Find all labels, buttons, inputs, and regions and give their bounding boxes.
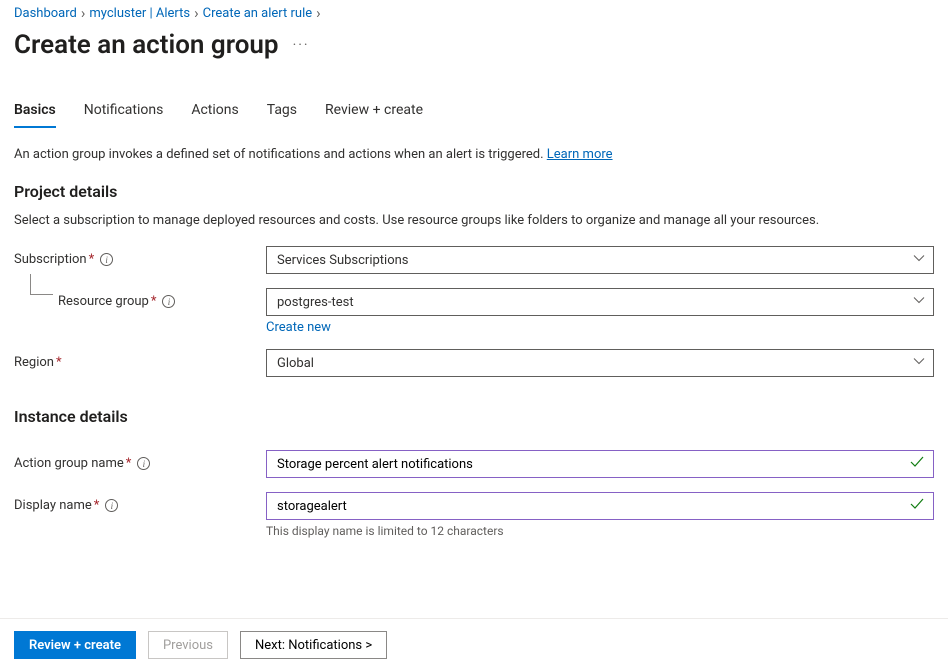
subscription-label: Subscription* i [14, 246, 266, 267]
page-title: Create an action group [14, 30, 279, 60]
tabs: Basics Notifications Actions Tags Review… [14, 102, 934, 129]
resource-group-label: Resource group* i [14, 288, 266, 309]
tab-review-create[interactable]: Review + create [325, 102, 423, 128]
tab-notifications[interactable]: Notifications [84, 102, 164, 128]
project-details-description: Select a subscription to manage deployed… [14, 213, 934, 228]
display-name-helper: This display name is limited to 12 chara… [266, 524, 934, 538]
breadcrumb-cluster-alerts[interactable]: mycluster | Alerts [89, 6, 190, 21]
info-icon[interactable]: i [162, 295, 175, 308]
chevron-down-icon [913, 294, 925, 310]
chevron-down-icon [913, 252, 925, 268]
region-label: Region* [14, 349, 266, 370]
info-icon[interactable]: i [105, 499, 118, 512]
create-new-resource-group-link[interactable]: Create new [266, 320, 331, 335]
chevron-right-icon [81, 4, 86, 22]
footer: Review + create Previous Next: Notificat… [0, 618, 948, 671]
breadcrumb: Dashboard mycluster | Alerts Create an a… [14, 4, 934, 22]
project-details-heading: Project details [14, 182, 934, 201]
info-icon[interactable]: i [137, 457, 150, 470]
chevron-right-icon [194, 4, 199, 22]
check-icon [909, 454, 925, 474]
intro-text: An action group invokes a defined set of… [14, 147, 934, 162]
breadcrumb-create-alert-rule[interactable]: Create an alert rule [203, 6, 313, 21]
action-group-name-input[interactable] [277, 457, 903, 472]
tab-tags[interactable]: Tags [267, 102, 297, 128]
breadcrumb-dashboard[interactable]: Dashboard [14, 6, 77, 21]
display-name-label: Display name* i [14, 492, 266, 513]
next-button[interactable]: Next: Notifications > [240, 631, 387, 659]
resource-group-select[interactable]: postgres-test [266, 288, 934, 316]
action-group-name-label: Action group name* i [14, 450, 266, 471]
info-icon[interactable]: i [100, 253, 113, 266]
check-icon [909, 496, 925, 516]
tab-actions[interactable]: Actions [191, 102, 238, 128]
chevron-down-icon [913, 355, 925, 371]
review-create-button[interactable]: Review + create [14, 631, 136, 659]
tab-basics[interactable]: Basics [14, 102, 56, 128]
action-group-name-input-wrap [266, 450, 934, 478]
display-name-input[interactable] [277, 499, 903, 514]
display-name-input-wrap [266, 492, 934, 520]
more-actions-icon[interactable]: ··· [293, 37, 310, 53]
learn-more-link[interactable]: Learn more [547, 147, 613, 162]
subscription-select[interactable]: Services Subscriptions [266, 246, 934, 274]
instance-details-heading: Instance details [14, 407, 934, 426]
previous-button: Previous [148, 631, 228, 659]
region-select[interactable]: Global [266, 349, 934, 377]
chevron-right-icon [316, 4, 321, 22]
